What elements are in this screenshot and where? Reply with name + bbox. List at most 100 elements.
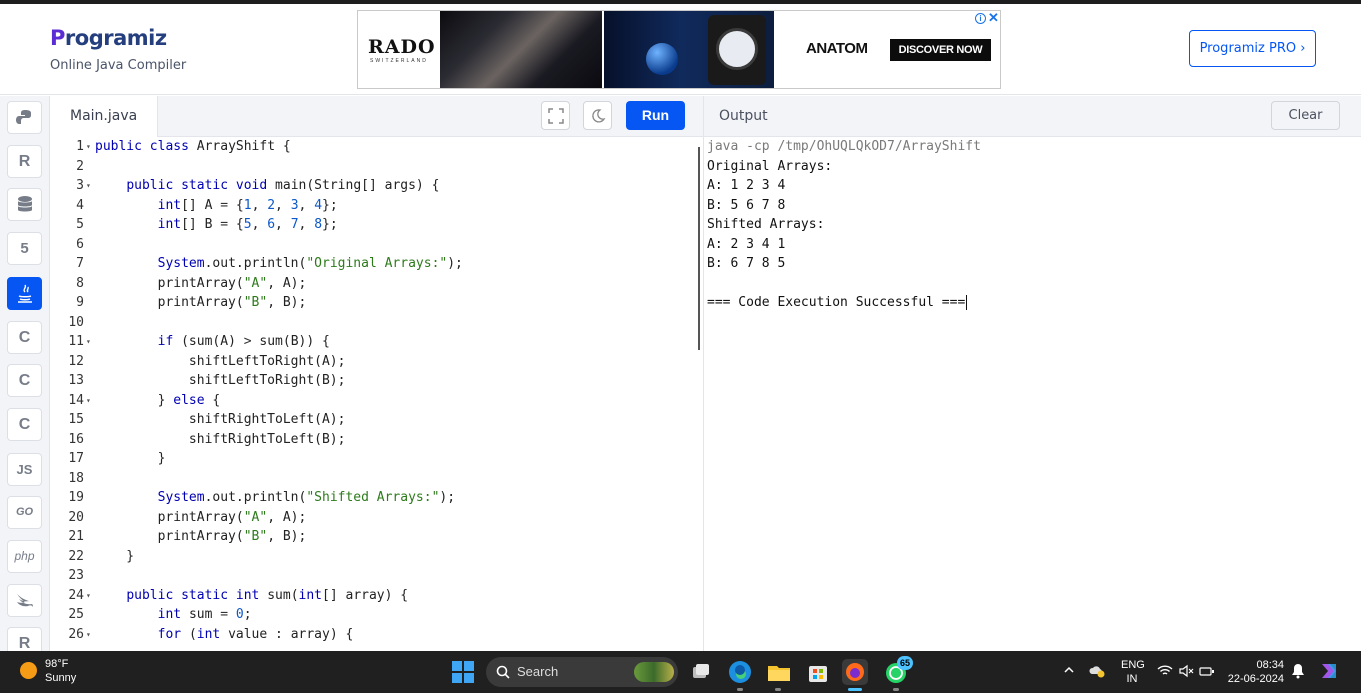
code-editor[interactable]: 1 ▾ public class ArrayShift { 2 3 ▾ public st… bbox=[50, 137, 703, 651]
swift-icon[interactable] bbox=[7, 584, 42, 617]
js-icon[interactable]: JS bbox=[7, 453, 42, 486]
file-explorer-icon[interactable] bbox=[766, 659, 792, 685]
fold-arrow-icon[interactable]: ▾ bbox=[86, 586, 95, 605]
code-text: printArray("A", A); bbox=[95, 275, 307, 291]
code-line[interactable]: 11 ▾ if (sum(A) > sum(B)) { bbox=[50, 332, 330, 351]
code-line[interactable]: 25 int sum = 0; bbox=[50, 605, 251, 624]
wifi-icon[interactable] bbox=[1157, 664, 1173, 681]
language-indicator[interactable]: ENG IN bbox=[1121, 658, 1145, 686]
code-line[interactable]: 2 bbox=[50, 157, 95, 176]
fold-arrow-icon[interactable]: ▾ bbox=[86, 176, 95, 195]
line-number: 18 bbox=[68, 470, 84, 486]
region-code: IN bbox=[1126, 673, 1138, 685]
line-number: 22 bbox=[68, 548, 84, 564]
sql-icon[interactable] bbox=[7, 188, 42, 221]
code-line[interactable]: 1 ▾ public class ArrayShift { bbox=[50, 137, 291, 156]
code-line[interactable]: 17 } bbox=[50, 449, 165, 468]
code-token: 8 bbox=[314, 217, 323, 232]
editor-scrollbar[interactable] bbox=[698, 147, 700, 350]
r-icon[interactable]: R bbox=[7, 145, 42, 178]
output-console[interactable]: java -cp /tmp/OhUQLQkOD7/ArrayShift Origi… bbox=[704, 137, 1361, 651]
run-button[interactable]: Run bbox=[626, 101, 685, 130]
fold-arrow-icon[interactable]: ▾ bbox=[86, 391, 95, 410]
java-icon[interactable] bbox=[7, 277, 42, 310]
speaker-muted-icon[interactable] bbox=[1178, 664, 1194, 681]
code-line[interactable]: 14 ▾ } else { bbox=[50, 391, 220, 410]
code-line[interactable]: 12 shiftLeftToRight(A); bbox=[50, 352, 345, 371]
code-line[interactable]: 7 System.out.println("Original Arrays:")… bbox=[50, 254, 463, 273]
battery-icon[interactable] bbox=[1199, 664, 1215, 681]
output-text: A: 2 3 4 1 bbox=[707, 236, 786, 252]
line-number: 2 bbox=[76, 158, 84, 174]
code-line[interactable]: 21 printArray("B", B); bbox=[50, 527, 306, 546]
output-line: === Code Execution Successful === bbox=[707, 293, 968, 312]
code-line[interactable]: 10 bbox=[50, 313, 95, 332]
file-tab-main-java[interactable]: Main.java bbox=[50, 96, 158, 137]
advertisement-banner[interactable]: RADO SWITZERLAND ANATOM DISCOVER NOW i ✕ bbox=[357, 10, 1001, 89]
copilot-icon[interactable] bbox=[1318, 660, 1340, 685]
code-line[interactable]: 3 ▾ public static void main(String[] args… bbox=[50, 176, 439, 195]
fullscreen-button[interactable] bbox=[541, 101, 570, 130]
code-text: public class ArrayShift { bbox=[95, 139, 291, 154]
rust-icon[interactable]: R bbox=[7, 627, 42, 651]
code-line[interactable]: 23 bbox=[50, 566, 95, 585]
code-text: for (int value : array) { bbox=[95, 627, 354, 642]
code-token: printArray( bbox=[95, 509, 244, 525]
code-line[interactable]: 20 printArray("A", A); bbox=[50, 508, 306, 527]
code-line[interactable]: 6 bbox=[50, 235, 95, 254]
programiz-pro-button[interactable]: Programiz PRO › bbox=[1189, 30, 1316, 67]
code-line[interactable]: 5 int[] B = {5, 6, 7, 8}; bbox=[50, 215, 338, 234]
html-icon[interactable]: 5 bbox=[7, 232, 42, 265]
code-token: sum(B)) { bbox=[259, 334, 330, 349]
c-icon[interactable]: C bbox=[7, 321, 42, 354]
code-token: 6 bbox=[267, 217, 276, 232]
code-line[interactable]: 24 ▾ public static int sum(int[] array) { bbox=[50, 586, 408, 605]
onedrive-warning-icon[interactable] bbox=[1089, 664, 1105, 681]
firefox-icon[interactable] bbox=[842, 659, 868, 685]
fold-arrow-icon[interactable]: ▾ bbox=[86, 137, 95, 156]
ad-discover-button[interactable]: DISCOVER NOW bbox=[890, 39, 991, 61]
fold-arrow-icon[interactable]: ▾ bbox=[86, 625, 95, 644]
code-line[interactable]: 15 shiftRightToLeft(A); bbox=[50, 410, 345, 429]
theme-toggle-button[interactable] bbox=[583, 101, 612, 130]
programiz-logo[interactable]: Programiz bbox=[50, 26, 167, 50]
ad-close-icon[interactable]: ✕ bbox=[988, 11, 1000, 25]
notification-bell-icon[interactable] bbox=[1291, 663, 1305, 682]
code-line[interactable]: 22 } bbox=[50, 547, 134, 566]
code-token: printArray( bbox=[95, 295, 244, 310]
taskbar-search-box[interactable]: Search bbox=[486, 657, 678, 687]
windows-start-icon[interactable] bbox=[452, 661, 474, 683]
go-icon[interactable]: GO bbox=[7, 496, 42, 529]
clock[interactable]: 08:34 22-06-2024 bbox=[1226, 658, 1284, 686]
php-icon[interactable]: php bbox=[7, 540, 42, 573]
code-line[interactable]: 18 bbox=[50, 469, 95, 488]
code-line[interactable]: 4 int[] A = {1, 2, 3, 4}; bbox=[50, 196, 338, 215]
logo-text: rogramiz bbox=[64, 26, 167, 50]
code-line[interactable]: 8 printArray("A", A); bbox=[50, 274, 306, 293]
code-token: "A" bbox=[243, 509, 268, 525]
edge-browser-icon[interactable] bbox=[727, 659, 753, 685]
show-hidden-icons[interactable] bbox=[1063, 664, 1075, 679]
line-number: 16 bbox=[68, 431, 84, 447]
code-line[interactable]: 13 shiftLeftToRight(B); bbox=[50, 371, 345, 390]
search-highlight-image bbox=[634, 662, 674, 682]
cpp-icon[interactable]: C bbox=[7, 364, 42, 397]
code-line[interactable]: 19 System.out.println("Shifted Arrays:")… bbox=[50, 488, 455, 507]
task-view-icon[interactable] bbox=[688, 659, 714, 685]
fold-arrow-icon[interactable]: ▾ bbox=[86, 332, 95, 351]
ad-info-icon[interactable]: i bbox=[975, 13, 986, 24]
code-line[interactable]: 26 ▾ for (int value : array) { bbox=[50, 625, 353, 644]
code-line[interactable]: 16 shiftRightToLeft(B); bbox=[50, 430, 345, 449]
microsoft-store-icon[interactable] bbox=[805, 659, 831, 685]
code-token: int bbox=[157, 197, 182, 213]
python-icon[interactable] bbox=[7, 101, 42, 134]
code-line[interactable]: 9 printArray("B", B); bbox=[50, 293, 306, 312]
watch-face bbox=[716, 28, 758, 70]
csharp-icon[interactable]: C bbox=[7, 408, 42, 441]
compiler-subtitle: Online Java Compiler bbox=[50, 58, 187, 73]
logo-mark: P bbox=[50, 26, 65, 50]
clear-button[interactable]: Clear bbox=[1271, 101, 1340, 130]
code-token: "A" bbox=[243, 275, 268, 291]
